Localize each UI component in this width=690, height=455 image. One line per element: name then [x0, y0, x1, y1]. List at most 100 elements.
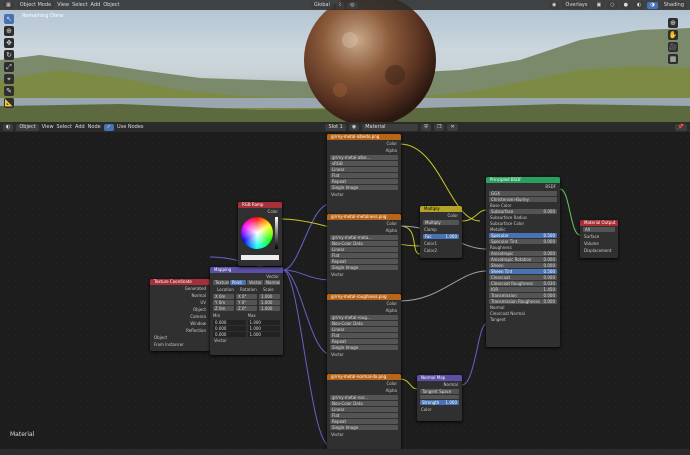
image-datablock[interactable]: grimy-metal-albe...: [330, 155, 398, 160]
mapping-tab-normal[interactable]: Normal: [264, 280, 280, 285]
color-wheel[interactable]: [238, 215, 282, 255]
value-slider[interactable]: [275, 217, 278, 249]
colorspace-dropdown[interactable]: Non-Color Data: [330, 401, 398, 406]
clamp-checkbox[interactable]: Clamp: [420, 226, 462, 233]
xray-icon[interactable]: ▣: [593, 1, 605, 9]
rendered-shading-icon[interactable]: ◑: [647, 1, 658, 9]
min-checkbox[interactable]: Min: [213, 312, 246, 319]
location-y-field[interactable]: Y 0m: [213, 300, 234, 305]
select-tool-icon[interactable]: ↖: [4, 14, 14, 24]
shading-dropdown[interactable]: Shading: [660, 1, 687, 9]
image-texture-normal-node[interactable]: grimy-metal-normal-dx.png Color Alpha gr…: [327, 374, 401, 454]
bsdf-input-specular[interactable]: Specular 0.500: [489, 233, 557, 238]
extension-dropdown[interactable]: Repeat: [330, 259, 398, 264]
location-x-field[interactable]: X 0m: [213, 294, 234, 299]
mapping-tab-vector[interactable]: Vector: [247, 280, 263, 285]
interpolation-dropdown[interactable]: Linear: [330, 247, 398, 252]
fac-slider[interactable]: Fac 1.000: [423, 234, 459, 239]
zoom-icon[interactable]: ⊕: [668, 18, 678, 28]
source-dropdown[interactable]: Single Image: [330, 185, 398, 190]
bsdf-input-anisotropic[interactable]: Anisotropic 0.000: [489, 251, 557, 256]
mapping-tab-point[interactable]: Point: [230, 280, 246, 285]
image-datablock[interactable]: grimy-metal-meta...: [330, 235, 398, 240]
image-datablock[interactable]: grimy-metal-nor...: [330, 395, 398, 400]
bsdf-input-anisotropic-rotation[interactable]: Anisotropic Rotation 0.000: [489, 257, 557, 262]
transform-orientation-dropdown[interactable]: Global: [310, 1, 333, 9]
overlays-dropdown[interactable]: Overlays: [562, 1, 591, 9]
projection-dropdown[interactable]: Flat: [330, 413, 398, 418]
bsdf-input-clearcoat-roughness[interactable]: Clearcoat Roughness 0.030: [489, 281, 557, 286]
viewport-menu-add[interactable]: Add: [91, 2, 101, 8]
extension-dropdown[interactable]: Repeat: [330, 179, 398, 184]
normal-map-node[interactable]: Normal Map Normal Tangent Space Strength…: [417, 375, 462, 421]
mode-dropdown[interactable]: Object Mode: [16, 1, 55, 9]
source-dropdown[interactable]: Single Image: [330, 265, 398, 270]
3d-viewport[interactable]: ▦ Object Mode View Select Add Object Glo…: [0, 0, 690, 122]
colorspace-dropdown[interactable]: Non-Color Data: [330, 241, 398, 246]
location-z-field[interactable]: Z 0m: [213, 306, 234, 311]
uv-map-field[interactable]: [420, 395, 459, 399]
projection-dropdown[interactable]: Flat: [330, 333, 398, 338]
image-texture-roughness-node[interactable]: grimy-metal-roughness.png Color Alpha gr…: [327, 294, 401, 374]
interpolation-dropdown[interactable]: Linear: [330, 407, 398, 412]
visibility-icon[interactable]: ◉: [549, 1, 560, 9]
material-shading-icon[interactable]: ◐: [633, 1, 645, 9]
annotate-tool-icon[interactable]: ✎: [4, 86, 14, 96]
scale-y-field[interactable]: 1.000: [259, 300, 280, 305]
interpolation-dropdown[interactable]: Linear: [330, 327, 398, 332]
measure-tool-icon[interactable]: 📐: [4, 98, 14, 108]
projection-dropdown[interactable]: Flat: [330, 173, 398, 178]
viewport-menu-view[interactable]: View: [57, 2, 69, 8]
scale-z-field[interactable]: 1.000: [259, 306, 280, 311]
min-y-field[interactable]: 0.000: [213, 326, 246, 331]
bsdf-input-subsurface[interactable]: Subsurface 0.000: [489, 209, 557, 214]
bsdf-input-clearcoat[interactable]: Clearcoat 0.000: [489, 275, 557, 280]
pan-icon[interactable]: ✋: [668, 30, 678, 40]
proportional-icon[interactable]: ◎: [347, 1, 358, 9]
strength-slider[interactable]: Strength 1.000: [420, 400, 459, 405]
source-dropdown[interactable]: Single Image: [330, 345, 398, 350]
perspective-toggle-icon[interactable]: ▦: [668, 54, 678, 64]
camera-view-icon[interactable]: 🎥: [668, 42, 678, 52]
principled-bsdf-node[interactable]: Principled BSDF BSDF GGX Christensen-Bur…: [486, 177, 560, 347]
shader-node-editor[interactable]: ◐ Object View Select Add Node ✓ Use Node…: [0, 122, 690, 455]
rotation-y-field[interactable]: Y 0°: [236, 300, 257, 305]
mapping-node[interactable]: Mapping Vector Texture Point Vector Norm…: [210, 267, 283, 355]
projection-dropdown[interactable]: Flat: [330, 253, 398, 258]
bsdf-input-transmission-roughness[interactable]: Transmission Roughness 0.000: [489, 299, 557, 304]
rgb-node[interactable]: RGB Ramp Color: [238, 202, 282, 266]
snap-icon[interactable]: ⌇: [335, 1, 345, 9]
extension-dropdown[interactable]: Repeat: [330, 339, 398, 344]
max-x-field[interactable]: 1.000: [247, 320, 280, 325]
scale-x-field[interactable]: 1.000: [259, 294, 280, 299]
editor-type-icon[interactable]: ▦: [3, 1, 14, 9]
rotate-tool-icon[interactable]: ↻: [4, 50, 14, 60]
rotation-z-field[interactable]: Z 0°: [236, 306, 257, 311]
rotation-x-field[interactable]: X 0°: [236, 294, 257, 299]
bsdf-input-ior[interactable]: IOR 1.450: [489, 287, 557, 292]
max-checkbox[interactable]: Max: [248, 312, 281, 319]
space-dropdown[interactable]: Tangent Space: [420, 389, 459, 394]
viewport-menu-object[interactable]: Object: [103, 2, 119, 8]
transform-tool-icon[interactable]: ⌖: [4, 74, 14, 84]
scale-tool-icon[interactable]: ⤢: [4, 62, 14, 72]
bsdf-input-transmission[interactable]: Transmission 0.000: [489, 293, 557, 298]
image-datablock[interactable]: grimy-metal-roug...: [330, 315, 398, 320]
bsdf-input-sheen-tint[interactable]: Sheen Tint 0.500: [489, 269, 557, 274]
subsurface-method-dropdown[interactable]: Christensen-Burley: [489, 197, 557, 202]
max-y-field[interactable]: 1.000: [247, 326, 280, 331]
mapping-tab-texture[interactable]: Texture: [213, 280, 229, 285]
object-field[interactable]: Object: [150, 334, 210, 341]
bsdf-input-tangent[interactable]: Tangent: [486, 317, 560, 323]
distribution-dropdown[interactable]: GGX: [489, 191, 557, 196]
source-dropdown[interactable]: Single Image: [330, 425, 398, 430]
extension-dropdown[interactable]: Repeat: [330, 419, 398, 424]
solid-shading-icon[interactable]: ●: [620, 1, 631, 9]
move-tool-icon[interactable]: ✥: [4, 38, 14, 48]
blend-type-dropdown[interactable]: Multiply: [423, 220, 459, 225]
bsdf-input-specular-tint[interactable]: Specular Tint 0.000: [489, 239, 557, 244]
wireframe-shading-icon[interactable]: ○: [607, 1, 618, 9]
min-x-field[interactable]: 0.000: [213, 320, 246, 325]
from-instancer-checkbox[interactable]: From Instancer: [150, 341, 210, 348]
bsdf-input-sheen[interactable]: Sheen 0.000: [489, 263, 557, 268]
